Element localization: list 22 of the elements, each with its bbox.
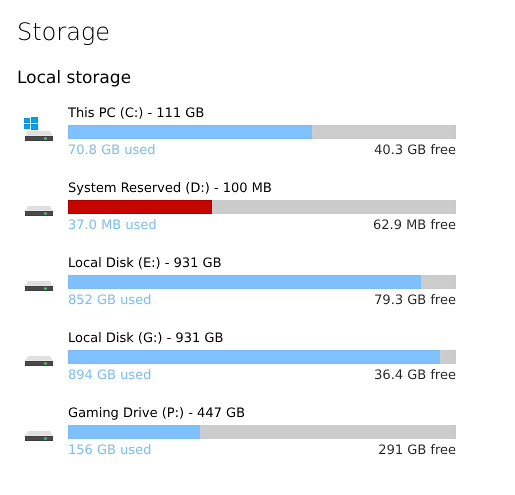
free-space: 79.3 GB free: [374, 292, 456, 309]
drive-name: This PC (C:) - 111 GB: [68, 105, 206, 122]
drive-icon: [25, 356, 53, 366]
used-space: 156 GB used: [68, 442, 152, 459]
free-space: 36.4 GB free: [374, 367, 456, 384]
free-space: 291 GB free: [378, 442, 456, 459]
drive-name: Gaming Drive (P:) - 447 GB: [68, 405, 246, 422]
drive-name: Local Disk (E:) - 931 GB: [68, 255, 223, 272]
drive-icon: [25, 281, 53, 291]
system-drive-icon: [23, 117, 53, 141]
used-space: 37.0 MB used: [68, 217, 157, 234]
free-space: 40.3 GB free: [374, 142, 456, 159]
drive-icon: [25, 431, 53, 441]
drive-icon: [25, 206, 53, 216]
used-space: 852 GB used: [68, 292, 152, 309]
free-space: 62.9 MB free: [373, 217, 456, 234]
used-space: 70.8 GB used: [68, 142, 156, 159]
section-heading: Local storage: [17, 67, 132, 90]
page-title: Storage: [17, 17, 112, 48]
used-space: 894 GB used: [68, 367, 152, 384]
drive-name: System Reserved (D:) - 100 MB: [68, 180, 273, 197]
drive-name: Local Disk (G:) - 931 GB: [68, 330, 224, 347]
